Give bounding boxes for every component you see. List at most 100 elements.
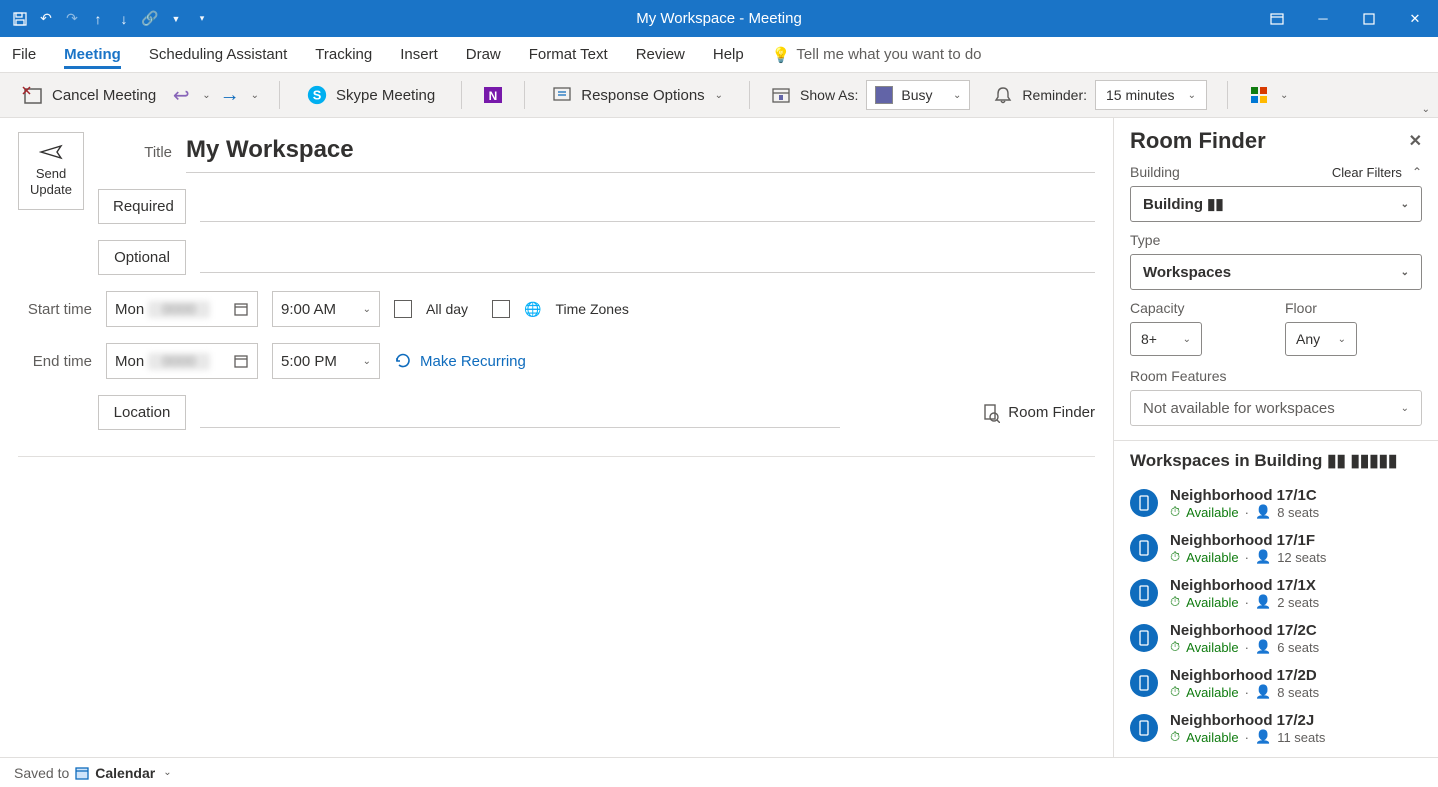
ribbon-expand-icon[interactable]: ⌄ — [1422, 104, 1430, 115]
workspace-icon — [1130, 714, 1158, 742]
onenote-icon[interactable]: N — [482, 84, 504, 106]
chevron-down-icon: ⌄ — [1401, 403, 1409, 414]
close-icon[interactable]: ✕ — [1392, 0, 1438, 37]
minimize-icon[interactable]: ─ — [1300, 0, 1346, 37]
response-options-button[interactable]: Response Options ⌄ — [545, 80, 729, 110]
lightbulb-icon: 💡 — [772, 46, 791, 64]
start-time-picker[interactable]: 9:00 AM ⌄ — [272, 291, 380, 327]
all-day-checkbox[interactable] — [394, 300, 412, 318]
workspace-item[interactable]: Neighborhood 17/1X ⏱Available·👤2 seats — [1130, 571, 1422, 616]
reminder-dropdown[interactable]: 15 minutes ⌄ — [1095, 80, 1207, 110]
end-time-label: End time — [18, 353, 92, 370]
save-icon[interactable] — [10, 9, 30, 29]
workspace-icon — [1130, 624, 1158, 652]
reply-caret-icon[interactable]: ⌄ — [202, 90, 210, 101]
skype-meeting-button[interactable]: S Skype Meeting — [300, 80, 441, 110]
tab-review[interactable]: Review — [636, 40, 685, 69]
chevron-down-icon[interactable]: ⌄ — [163, 767, 171, 778]
required-button[interactable]: Required — [98, 189, 186, 224]
make-recurring-button[interactable]: Make Recurring — [394, 352, 526, 370]
workspace-seats: 2 seats — [1277, 595, 1319, 610]
chevron-up-icon[interactable]: ⌃ — [1412, 165, 1422, 179]
workspace-item[interactable]: Neighborhood 17/1C ⏱Available·👤8 seats — [1130, 481, 1422, 526]
qat-more-icon[interactable]: ▼ — [166, 9, 186, 29]
end-date-picker[interactable]: Mon0000 — [106, 343, 258, 379]
end-time-value: 5:00 PM — [281, 353, 337, 370]
person-icon: 👤 — [1255, 504, 1271, 520]
workspace-seats: 12 seats — [1277, 550, 1326, 565]
timezones-label: Time Zones — [555, 301, 628, 317]
forward-icon[interactable]: → — [219, 84, 241, 106]
qat-customize-icon[interactable]: ▾ — [192, 9, 212, 29]
building-dropdown[interactable]: Building ▮▮ ⌄ — [1130, 186, 1422, 222]
maximize-icon[interactable] — [1346, 0, 1392, 37]
show-as-dropdown[interactable]: Busy ⌄ — [866, 80, 970, 110]
tell-me-search[interactable]: 💡 Tell me what you want to do — [772, 46, 982, 64]
forward-caret-icon[interactable]: ⌄ — [251, 90, 259, 101]
tab-meeting[interactable]: Meeting — [64, 40, 121, 69]
categorize-icon[interactable] — [1248, 84, 1270, 106]
location-input[interactable] — [200, 398, 840, 428]
optional-input[interactable] — [200, 243, 1095, 273]
tab-file[interactable]: File — [12, 40, 36, 69]
optional-button[interactable]: Optional — [98, 240, 186, 275]
clock-icon: ⏱ — [1170, 504, 1180, 520]
workspace-status: Available — [1186, 595, 1239, 610]
floor-dropdown[interactable]: Any ⌄ — [1285, 322, 1357, 356]
room-finder-button[interactable]: Room Finder — [982, 403, 1095, 423]
link-icon[interactable]: 🔗 — [140, 9, 160, 29]
workspace-icon — [1130, 534, 1158, 562]
meeting-form: Send Update Title Required Optional — [0, 118, 1114, 757]
person-icon: 👤 — [1255, 639, 1271, 655]
capacity-dropdown[interactable]: 8+ ⌄ — [1130, 322, 1202, 356]
room-finder-title: Room Finder — [1130, 128, 1266, 154]
arrow-down-icon[interactable]: ↓ — [114, 9, 134, 29]
close-panel-icon[interactable]: ✕ — [1409, 131, 1422, 151]
calendar-name[interactable]: Calendar — [95, 765, 155, 781]
ribbon-display-icon[interactable] — [1254, 0, 1300, 37]
start-date-picker[interactable]: Mon0000 — [106, 291, 258, 327]
cancel-meeting-label: Cancel Meeting — [52, 87, 156, 104]
workspace-item[interactable]: Neighborhood 17/1F ⏱Available·👤12 seats — [1130, 526, 1422, 571]
reply-icon[interactable]: ↩ — [170, 84, 192, 106]
show-as-value: Busy — [901, 87, 932, 103]
features-value: Not available for workspaces — [1143, 400, 1335, 417]
cancel-meeting-button[interactable]: Cancel Meeting — [16, 80, 162, 110]
chevron-down-icon[interactable]: ⌄ — [1280, 90, 1288, 101]
send-update-button[interactable]: Send Update — [18, 132, 84, 210]
end-time-picker[interactable]: 5:00 PM ⌄ — [272, 343, 380, 379]
meeting-body[interactable] — [18, 456, 1095, 756]
ribbon-toolbar: Cancel Meeting ↩ ⌄ → ⌄ S Skype Meeting N R… — [0, 73, 1438, 118]
tab-insert[interactable]: Insert — [400, 40, 438, 69]
send-update-label: Send Update — [19, 166, 83, 197]
timezones-checkbox[interactable] — [492, 300, 510, 318]
workspace-item[interactable]: Neighborhood 17/2D ⏱Available·👤8 seats — [1130, 661, 1422, 706]
chevron-down-icon: ⌄ — [1401, 267, 1409, 278]
tab-draw[interactable]: Draw — [466, 40, 501, 69]
location-button[interactable]: Location — [98, 395, 186, 430]
room-finder-icon — [982, 403, 1000, 423]
clock-icon: ⏱ — [1170, 594, 1180, 610]
ribbon-tabs: File Meeting Scheduling Assistant Tracki… — [0, 37, 1438, 73]
redo-icon[interactable]: ↷ — [62, 9, 82, 29]
tab-format-text[interactable]: Format Text — [529, 40, 608, 69]
room-finder-panel: Room Finder ✕ Building Clear Filters ⌃ B… — [1114, 118, 1438, 757]
calendar-icon — [75, 766, 89, 780]
tab-help[interactable]: Help — [713, 40, 744, 69]
required-input[interactable] — [200, 192, 1095, 222]
workspace-item[interactable]: Neighborhood 17/2C ⏱Available·👤6 seats — [1130, 616, 1422, 661]
send-icon — [39, 144, 63, 160]
workspace-item[interactable]: Neighborhood 17/3K — [1130, 751, 1422, 757]
features-label: Room Features — [1130, 368, 1422, 384]
tab-tracking[interactable]: Tracking — [315, 40, 372, 69]
type-dropdown[interactable]: Workspaces ⌄ — [1130, 254, 1422, 290]
all-day-label: All day — [426, 301, 468, 317]
arrow-up-icon[interactable]: ↑ — [88, 9, 108, 29]
title-input[interactable] — [186, 132, 1095, 173]
undo-icon[interactable]: ↶ — [36, 9, 56, 29]
workspace-item[interactable]: Neighborhood 17/2J ⏱Available·👤11 seats — [1130, 706, 1422, 751]
chevron-down-icon: ⌄ — [1188, 90, 1196, 101]
clear-filters-button[interactable]: Clear Filters — [1332, 165, 1402, 180]
tab-scheduling-assistant[interactable]: Scheduling Assistant — [149, 40, 287, 69]
clock-icon: ⏱ — [1170, 729, 1180, 745]
